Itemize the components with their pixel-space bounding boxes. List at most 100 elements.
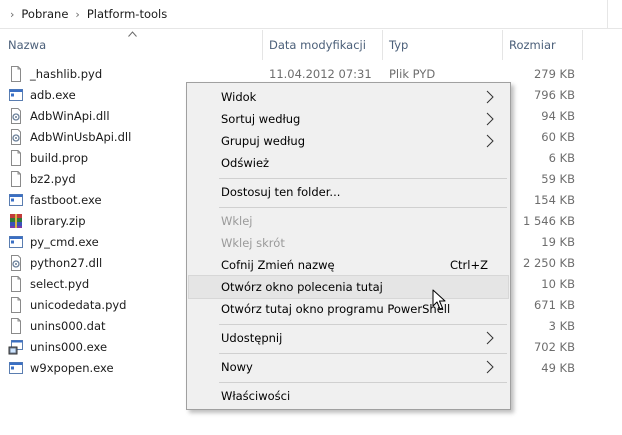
file-type: Plik PYD bbox=[389, 66, 436, 81]
file-name: adb.exe bbox=[30, 87, 76, 102]
file-name: _hashlib.pyd bbox=[30, 66, 103, 81]
menu-item-properties[interactable]: Właściwości bbox=[189, 385, 508, 407]
menu-item-label: Dostosuj ten folder... bbox=[221, 185, 341, 199]
dll-icon bbox=[8, 254, 24, 271]
menu-item-open-command-window[interactable]: Otwórz okno polecenia tutaj bbox=[188, 275, 509, 299]
menu-separator bbox=[219, 353, 507, 354]
column-name[interactable]: Nazwa bbox=[8, 30, 46, 60]
exe-icon bbox=[8, 192, 24, 208]
breadcrumb-separator-icon: › bbox=[10, 7, 15, 21]
submenu-arrow-icon bbox=[486, 360, 494, 377]
file-name: AdbWinApi.dll bbox=[30, 108, 110, 123]
file-name-cell: build.prop bbox=[8, 147, 88, 168]
file-row[interactable]: _hashlib.pyd 11.04.2012 07:31 Plik PYD 279 … bbox=[0, 63, 600, 84]
context-menu: Widok Sortuj według Grupuj według Odświe… bbox=[186, 82, 511, 410]
breadcrumb-item-pobrane[interactable]: Pobrane bbox=[21, 5, 68, 23]
menu-item-label: Wklej bbox=[221, 214, 253, 228]
file-name: library.zip bbox=[30, 213, 86, 228]
menu-item-label: Otwórz okno polecenia tutaj bbox=[221, 280, 383, 294]
menu-item-refresh[interactable]: Odśwież bbox=[189, 152, 508, 174]
menu-item-customize-folder[interactable]: Dostosuj ten folder... bbox=[189, 181, 508, 203]
menu-item-view[interactable]: Widok bbox=[189, 86, 508, 108]
submenu-arrow-icon bbox=[486, 90, 494, 107]
file-name-cell: unicodedata.pyd bbox=[8, 294, 126, 315]
file-name: unicodedata.pyd bbox=[30, 297, 127, 312]
breadcrumb: › Pobrane › Platform-tools bbox=[0, 0, 622, 29]
file-name-cell: fastboot.exe bbox=[8, 189, 102, 210]
file-date: 11.04.2012 07:31 bbox=[269, 66, 372, 81]
file-name-cell: adb.exe bbox=[8, 84, 76, 105]
menu-separator bbox=[219, 324, 507, 325]
breadcrumb-separator-icon: › bbox=[75, 7, 80, 21]
submenu-arrow-icon bbox=[486, 112, 494, 129]
column-size[interactable]: Rozmiar bbox=[509, 30, 556, 60]
file-name: unins000.exe bbox=[30, 339, 108, 354]
file-name-cell: unins000.dat bbox=[8, 315, 106, 336]
file-name-cell: AdbWinApi.dll bbox=[8, 105, 110, 126]
file-name-cell: w9xpopen.exe bbox=[8, 357, 114, 378]
sort-ascending-icon bbox=[128, 30, 137, 40]
menu-item-undo-rename[interactable]: Cofnij Zmień nazwę Ctrl+Z bbox=[189, 254, 508, 276]
menu-item-share[interactable]: Udostępnij bbox=[189, 327, 508, 349]
menu-item-new[interactable]: Nowy bbox=[189, 356, 508, 378]
menu-separator bbox=[219, 207, 507, 208]
file-icon bbox=[8, 317, 24, 334]
file-name: build.prop bbox=[30, 150, 89, 165]
menu-separator bbox=[219, 178, 507, 179]
menu-item-label: Otwórz tutaj okno programu PowerShell bbox=[221, 302, 451, 316]
file-name: bz2.pyd bbox=[30, 171, 76, 186]
file-size: 279 KB bbox=[533, 66, 575, 81]
menu-item-label: Właściwości bbox=[221, 389, 291, 403]
installer-icon bbox=[8, 339, 24, 355]
menu-item-paste-shortcut: Wklej skrót bbox=[189, 232, 508, 254]
menu-item-label: Nowy bbox=[221, 360, 253, 374]
file-name-cell: AdbWinUsbApi.dll bbox=[8, 126, 131, 147]
file-name-cell: select.pyd bbox=[8, 273, 89, 294]
file-name-cell: _hashlib.pyd bbox=[8, 63, 102, 84]
menu-item-label: Sortuj według bbox=[221, 112, 301, 126]
file-name: fastboot.exe bbox=[30, 192, 102, 207]
file-name-cell: bz2.pyd bbox=[8, 168, 76, 189]
file-name: w9xpopen.exe bbox=[30, 360, 114, 375]
file-icon bbox=[8, 296, 24, 313]
exe-icon bbox=[8, 87, 24, 103]
file-name-cell: py_cmd.exe bbox=[8, 231, 99, 252]
file-name: unins000.dat bbox=[30, 318, 106, 333]
submenu-arrow-icon bbox=[486, 134, 494, 151]
menu-item-label: Odśwież bbox=[221, 156, 270, 170]
exe-icon bbox=[8, 360, 24, 376]
file-name: py_cmd.exe bbox=[30, 234, 99, 249]
column-type[interactable]: Typ bbox=[389, 30, 408, 60]
column-date[interactable]: Data modyfikacji bbox=[269, 30, 366, 60]
column-divider[interactable] bbox=[582, 30, 583, 60]
submenu-arrow-icon bbox=[486, 331, 494, 348]
dll-icon bbox=[8, 107, 24, 124]
menu-separator bbox=[219, 382, 507, 383]
file-icon bbox=[8, 65, 24, 82]
column-divider[interactable] bbox=[382, 30, 383, 60]
file-name-cell: unins000.exe bbox=[8, 336, 107, 357]
file-icon bbox=[8, 275, 24, 292]
menu-item-label: Grupuj według bbox=[221, 134, 306, 148]
column-divider[interactable] bbox=[502, 30, 503, 60]
address-bar-divider bbox=[607, 0, 608, 29]
zip-icon bbox=[8, 213, 24, 229]
menu-item-group-by[interactable]: Grupuj według bbox=[189, 130, 508, 152]
exe-icon bbox=[8, 234, 24, 250]
menu-item-label: Cofnij Zmień nazwę bbox=[221, 258, 335, 272]
menu-item-label: Widok bbox=[221, 90, 257, 104]
menu-item-sort-by[interactable]: Sortuj według bbox=[189, 108, 508, 130]
breadcrumb-item-platform-tools[interactable]: Platform-tools bbox=[87, 5, 167, 23]
menu-item-label: Udostępnij bbox=[221, 331, 283, 345]
file-name-cell: library.zip bbox=[8, 210, 86, 231]
file-icon bbox=[8, 149, 24, 166]
file-name: select.pyd bbox=[30, 276, 90, 291]
file-name-cell: python27.dll bbox=[8, 252, 102, 273]
menu-item-shortcut: Ctrl+Z bbox=[450, 258, 488, 272]
column-divider[interactable] bbox=[262, 30, 263, 60]
mouse-pointer-icon bbox=[432, 289, 446, 314]
menu-item-open-powershell[interactable]: Otwórz tutaj okno programu PowerShell bbox=[189, 298, 508, 320]
column-header-bar: Nazwa Data modyfikacji Typ Rozmiar bbox=[0, 30, 622, 60]
file-name: AdbWinUsbApi.dll bbox=[30, 129, 132, 144]
file-icon bbox=[8, 170, 24, 187]
